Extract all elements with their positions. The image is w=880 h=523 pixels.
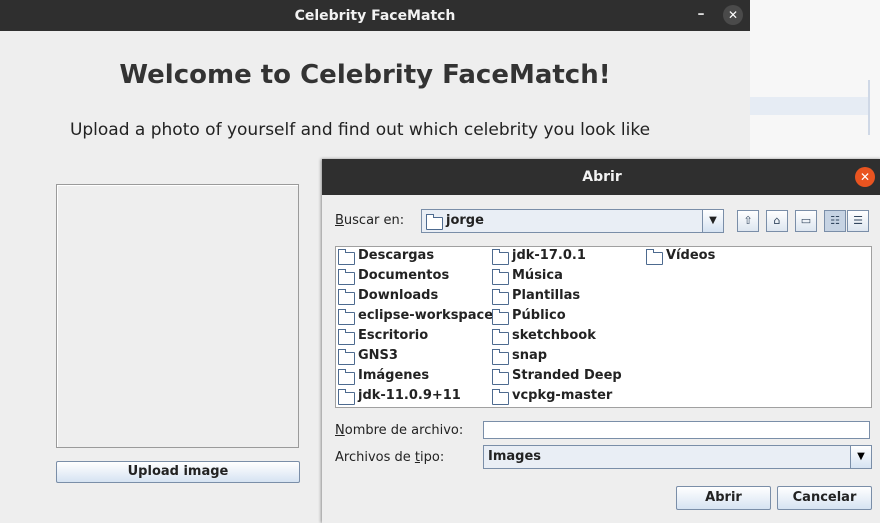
list-view-icon: ☷ (830, 214, 840, 227)
folder-icon (492, 309, 509, 325)
folder-icon (338, 289, 355, 305)
folder-icon (338, 249, 355, 265)
upload-image-button[interactable]: Upload image (56, 461, 300, 483)
minimize-icon[interactable]: – (693, 6, 709, 22)
folder-icon (338, 329, 355, 345)
dialog-close-icon[interactable]: ✕ (855, 167, 875, 187)
folder-icon (492, 349, 509, 365)
new-folder-button[interactable]: ▭ (795, 210, 817, 232)
background-scrollbar (868, 80, 870, 135)
filetype-combobox[interactable]: Images ▼ (483, 445, 872, 469)
lookin-combobox[interactable]: jorge ▼ (421, 209, 724, 233)
window-title: Celebrity FaceMatch (294, 7, 456, 24)
folder-icon (338, 269, 355, 285)
welcome-heading: Welcome to Celebrity FaceMatch! (119, 60, 611, 90)
folder-icon (492, 369, 509, 385)
home-button[interactable]: ⌂ (766, 210, 788, 232)
folder-icon (492, 329, 509, 345)
dialog-title: Abrir (582, 169, 622, 185)
filename-label: Nombre de archivo: (335, 423, 464, 438)
filename-field[interactable] (483, 421, 870, 439)
image-preview-panel (56, 184, 299, 448)
welcome-subheading: Upload a photo of yourself and find out … (69, 120, 651, 140)
list-view-button[interactable]: ☷ (824, 210, 846, 232)
open-button[interactable]: Abrir (676, 486, 771, 510)
folder-icon (492, 389, 509, 405)
folder-icon (338, 349, 355, 365)
home-icon: ⌂ (773, 214, 781, 227)
filetype-value: Images (488, 449, 542, 464)
folder-icon (426, 214, 443, 230)
dialog-titlebar: Abrir ✕ (322, 159, 880, 195)
close-icon[interactable]: ✕ (723, 5, 743, 25)
filetype-label: Archivos de tipo: (335, 450, 445, 465)
lookin-label: Buscar en: (335, 213, 405, 228)
folder-icon (492, 289, 509, 305)
new-folder-icon: ▭ (800, 214, 812, 227)
details-view-button[interactable]: ☰ (847, 210, 869, 232)
up-folder-button[interactable]: ⇧ (737, 210, 759, 232)
folder-icon (492, 269, 509, 285)
details-view-icon: ☰ (853, 214, 863, 227)
folder-icon (492, 249, 509, 265)
chevron-down-icon[interactable]: ▼ (850, 446, 871, 468)
folder-icon (338, 369, 355, 385)
chevron-down-icon[interactable]: ▼ (702, 210, 723, 232)
cancel-button[interactable]: Cancelar (777, 486, 872, 510)
main-titlebar: Celebrity FaceMatch – ✕ (0, 0, 750, 31)
file-list[interactable]: Descargas Documentos Downloads eclipse-w… (335, 246, 872, 408)
open-file-dialog: Abrir ✕ Buscar en: jorge ▼ ⇧ ⌂ ▭ ☷ ☰ Des… (322, 159, 880, 523)
folder-icon (338, 389, 355, 405)
lookin-value: jorge (446, 213, 484, 228)
up-folder-icon: ⇧ (743, 214, 753, 227)
background-selected-row (750, 97, 870, 115)
folder-icon (646, 249, 663, 265)
folder-icon (338, 309, 355, 325)
